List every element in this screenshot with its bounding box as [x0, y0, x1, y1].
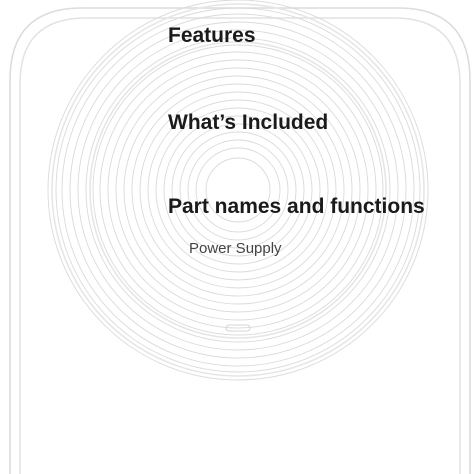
- power-supply-link[interactable]: Power Supply: [189, 241, 282, 256]
- part-names-link[interactable]: Part names and functions: [168, 196, 425, 217]
- features-link[interactable]: Features: [168, 25, 256, 46]
- whats-included-link[interactable]: What’s Included: [168, 112, 328, 133]
- charger-pad-illustration: [9, 0, 471, 474]
- charging-coil-rings: [47, 0, 429, 381]
